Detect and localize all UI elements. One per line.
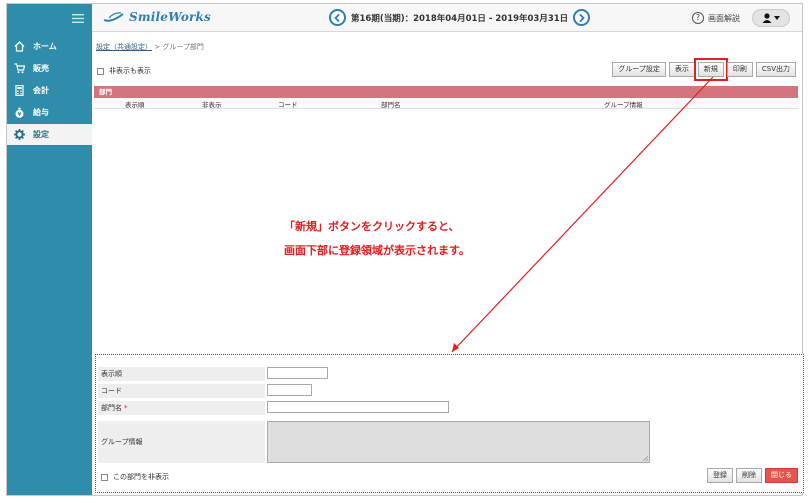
code-input[interactable] [267, 384, 312, 396]
calculator-icon [14, 85, 25, 96]
sidebar-item-label: 販売 [33, 64, 49, 73]
hamburger-icon [72, 13, 84, 23]
user-icon [762, 13, 772, 23]
hide-dept-option[interactable]: この部門を非表示 [101, 472, 169, 482]
show-hidden-label: 非表示も表示 [109, 67, 151, 75]
form-actions: 登録 削除 閉じる [707, 468, 798, 483]
close-button[interactable]: 閉じる [765, 468, 798, 483]
period-selector: 第16期(当期)：2018年04月01日 - 2019年03月31日 [329, 9, 591, 26]
sidebar-item-payroll[interactable]: ¥ 給与 [7, 102, 92, 123]
chevron-left-icon [334, 13, 340, 22]
hide-dept-checkbox[interactable] [101, 473, 108, 481]
previous-period-button[interactable] [329, 9, 346, 26]
logo[interactable]: SmileWorks [103, 10, 211, 24]
show-button[interactable]: 表示 [668, 62, 695, 77]
sidebar-item-settings[interactable]: 設定 [7, 124, 92, 145]
column-header-code[interactable]: コード [278, 99, 298, 109]
sidebar-item-label: ホーム [33, 42, 57, 51]
svg-text:¥: ¥ [18, 112, 22, 118]
help-link[interactable]: ? 画面解説 [692, 12, 740, 24]
sidebar-item-label: 給与 [33, 108, 49, 117]
hamburger-menu-button[interactable] [7, 4, 92, 32]
column-header-order[interactable]: 表示順 [125, 99, 145, 109]
dept-name-label: 部門名 [101, 404, 122, 412]
annotation-text: 「新規」ボタンをクリックすると、 画面下部に登録領域が表示されます。 [284, 215, 470, 263]
order-input[interactable] [267, 367, 328, 379]
home-icon [14, 41, 25, 52]
help-label: 画面解説 [708, 13, 740, 23]
top-header: SmileWorks 第16期(当期)：2018年04月01日 - 2019年0… [7, 4, 802, 32]
delete-button[interactable]: 削除 [736, 468, 762, 483]
registration-area: 表示順 コード 部門名 * グループ情報 この部門を非表示 登録 削除 閉じる [95, 354, 804, 493]
show-hidden-option[interactable]: 非表示も表示 [97, 66, 151, 76]
csv-export-button[interactable]: CSV出力 [755, 62, 796, 77]
hide-dept-label: この部門を非表示 [113, 473, 169, 481]
breadcrumb-link-settings[interactable]: 設定（共通設定） [96, 43, 152, 51]
logo-swoosh-icon [103, 12, 124, 22]
dept-name-label-row: 部門名 * [98, 401, 265, 415]
dept-name-input[interactable] [267, 401, 449, 413]
annotation-line-1: 「新規」ボタンをクリックすると、 [284, 220, 460, 233]
table-header: 表示順 非表示 コード 部門名 グループ情報 [94, 98, 798, 109]
money-bag-icon: ¥ [14, 107, 25, 118]
resize-handle-icon[interactable] [642, 455, 648, 461]
sidebar: ホーム 販売 会計 ¥ 給与 設定 [7, 32, 92, 495]
sidebar-item-sales[interactable]: 販売 [7, 58, 92, 79]
caret-down-icon [774, 16, 780, 20]
required-mark: * [124, 404, 128, 412]
section-title-bar: 部門 [94, 86, 798, 98]
breadcrumb: 設定（共通設定） > グループ部門 [96, 42, 204, 52]
annotation-line-2: 画面下部に登録領域が表示されます。 [284, 244, 470, 257]
sidebar-item-label: 設定 [33, 130, 49, 139]
group-info-label: グループ情報 [98, 421, 265, 463]
breadcrumb-current: グループ部門 [162, 43, 204, 51]
chevron-right-icon [579, 13, 585, 22]
sidebar-item-label: 会計 [33, 86, 49, 95]
group-info-textarea[interactable] [267, 421, 650, 463]
cart-icon [14, 63, 25, 74]
code-label: コード [98, 384, 265, 398]
group-settings-button[interactable]: グループ設定 [612, 62, 666, 77]
question-icon: ? [692, 12, 704, 24]
register-button[interactable]: 登録 [707, 468, 733, 483]
user-menu-button[interactable] [752, 9, 790, 27]
breadcrumb-separator: > [154, 43, 161, 51]
column-header-group-info[interactable]: グループ情報 [604, 99, 643, 109]
show-hidden-checkbox[interactable] [97, 67, 104, 75]
order-label: 表示順 [98, 367, 265, 381]
next-period-button[interactable] [573, 9, 591, 26]
logo-text: SmileWorks [129, 10, 212, 24]
print-button[interactable]: 印刷 [726, 62, 753, 77]
column-header-dept-name[interactable]: 部門名 [381, 99, 401, 109]
sidebar-item-accounting[interactable]: 会計 [7, 80, 92, 101]
gear-icon [14, 129, 25, 140]
column-header-hidden[interactable]: 非表示 [202, 99, 222, 109]
period-label: 第16期(当期)：2018年04月01日 - 2019年03月31日 [351, 13, 569, 24]
sidebar-item-home[interactable]: ホーム [7, 36, 92, 57]
app-window: SmileWorks 第16期(当期)：2018年04月01日 - 2019年0… [6, 3, 804, 496]
toolbar: グループ設定 表示 新規 印刷 CSV出力 [612, 58, 796, 81]
new-button[interactable]: 新規 [693, 58, 728, 81]
